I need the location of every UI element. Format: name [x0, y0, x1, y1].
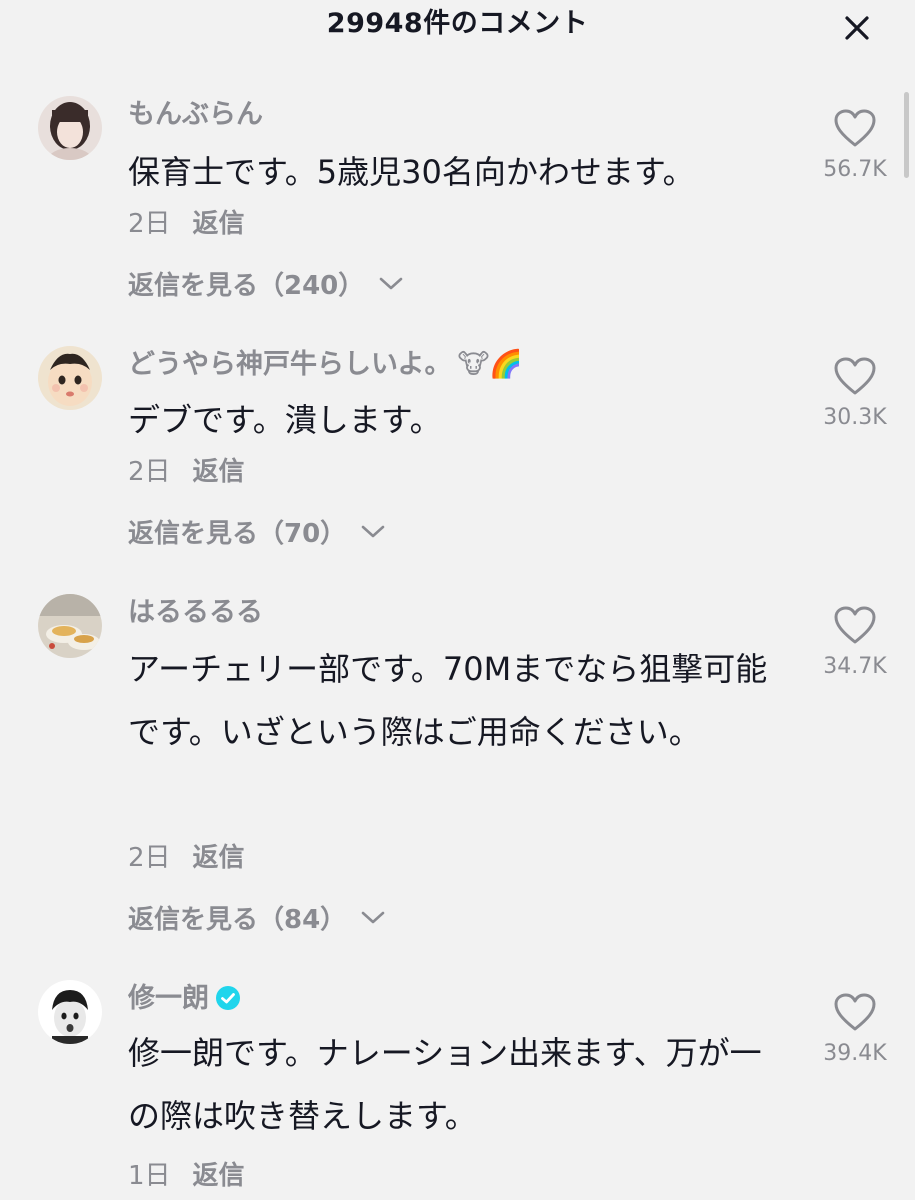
scrollbar[interactable]: [904, 92, 909, 178]
chevron-down-icon: [361, 525, 385, 538]
chevron-down-icon: [379, 277, 403, 290]
heart-icon: [834, 606, 876, 644]
heart-icon: [834, 357, 876, 395]
comment-date: 2日: [128, 457, 171, 487]
comment-text: 修一朗です。ナレーション出来ます、万が一の際は吹き替えします。: [128, 1034, 762, 1135]
comments-header: 29948件のコメント: [0, 0, 915, 52]
reply-button[interactable]: 返信: [193, 1161, 245, 1191]
comment-date: 2日: [128, 209, 171, 239]
like-count: 56.7K: [823, 157, 887, 182]
reply-button[interactable]: 返信: [193, 457, 245, 487]
username-text: もんぶらん: [128, 99, 263, 130]
username-text: 修一朗: [128, 983, 209, 1014]
username-text: はるるるる: [128, 597, 263, 628]
comment-text: アーチェリー部です。70Mまでなら狙撃可能です。いざという際はご用命ください。: [128, 650, 768, 751]
comment-meta: 2日 返信: [128, 454, 245, 490]
comment-meta: 2日 返信: [128, 206, 245, 242]
chevron-down-icon: [361, 911, 385, 924]
avatar[interactable]: [38, 980, 102, 1044]
comment-date: 2日: [128, 843, 171, 873]
view-replies-button[interactable]: 返信を見る（70）: [128, 514, 386, 552]
like-count: 39.4K: [823, 1041, 887, 1066]
verified-badge-icon: [216, 986, 240, 1010]
comment-meta: 1日 返信: [128, 1158, 245, 1194]
reply-button[interactable]: 返信: [193, 209, 245, 239]
comment-username[interactable]: はるるるる: [128, 596, 263, 630]
comments-sheet: 29948件のコメント もんぶらん 保育士です。5歳児30名向かわせます。 2日…: [0, 0, 915, 1200]
view-replies-button[interactable]: 返信を見る（240）: [128, 266, 404, 304]
like-button[interactable]: 30.3K: [815, 356, 895, 432]
comment-meta: 2日 返信: [128, 840, 245, 876]
comment-text: デブです。潰します。: [128, 401, 442, 439]
view-replies-label: 返信を見る（84）: [128, 905, 347, 935]
comment-username[interactable]: どうやら神戸牛らしいよ。 🐮🌈: [128, 348, 523, 382]
view-replies-label: 返信を見る（70）: [128, 519, 347, 549]
heart-icon: [834, 109, 876, 147]
avatar[interactable]: [38, 346, 102, 410]
comment-text: 保育士です。5歳児30名向かわせます。: [128, 153, 695, 191]
like-count: 30.3K: [823, 405, 887, 430]
view-replies-button[interactable]: 返信を見る（84）: [128, 900, 386, 938]
reply-button[interactable]: 返信: [193, 843, 245, 873]
view-replies-label: 返信を見る（240）: [128, 271, 365, 301]
username-text: どうやら神戸牛らしいよ。: [128, 349, 452, 380]
close-icon: [845, 16, 869, 40]
username-emoji: 🐮🌈: [457, 349, 524, 380]
comment-username[interactable]: 修一朗: [128, 982, 241, 1020]
comment-date: 1日: [128, 1161, 171, 1191]
avatar[interactable]: [38, 594, 102, 658]
comment-username[interactable]: もんぶらん: [128, 98, 263, 132]
close-button[interactable]: [837, 8, 877, 48]
like-button[interactable]: 56.7K: [815, 108, 895, 184]
like-button[interactable]: 34.7K: [815, 605, 895, 681]
like-button[interactable]: 39.4K: [815, 992, 895, 1068]
avatar[interactable]: [38, 96, 102, 160]
heart-icon: [834, 993, 876, 1031]
like-count: 34.7K: [823, 654, 887, 679]
comment-count-title: 29948件のコメント: [326, 8, 589, 39]
